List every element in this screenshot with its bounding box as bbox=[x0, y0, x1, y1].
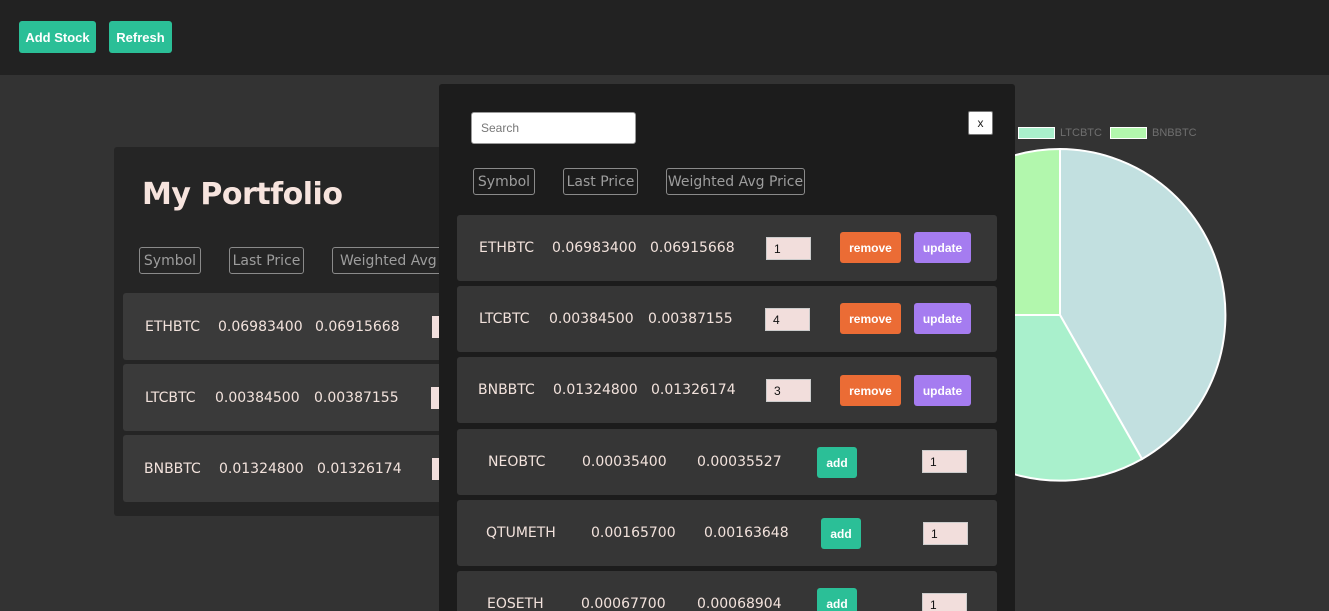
column-header-last-price[interactable]: Last Price bbox=[563, 168, 638, 195]
weighted-avg-cell: 0.01326174 bbox=[651, 382, 736, 398]
symbol-cell: LTCBTC bbox=[479, 311, 530, 327]
column-header-weighted-avg[interactable]: Weighted Avg Price bbox=[666, 168, 805, 195]
symbol-cell: NEOBTC bbox=[488, 454, 546, 470]
quantity-input[interactable]: 3 bbox=[766, 379, 811, 402]
last-price-cell: 0.06983400 bbox=[552, 240, 637, 256]
quantity-input[interactable]: 1 bbox=[766, 237, 811, 260]
symbol-cell: QTUMETH bbox=[486, 525, 556, 541]
legend-swatch bbox=[1110, 127, 1147, 139]
quantity-input[interactable]: 1 bbox=[922, 593, 967, 611]
quantity-input[interactable]: 4 bbox=[765, 308, 810, 331]
add-button[interactable]: add bbox=[821, 518, 861, 549]
last-price-cell: 0.00165700 bbox=[591, 525, 676, 541]
owned-stock-row: LTCBTC 0.00384500 0.00387155 4 remove up… bbox=[457, 286, 997, 352]
close-button[interactable]: x bbox=[968, 111, 993, 135]
weighted-avg-cell: 0.00163648 bbox=[704, 525, 789, 541]
available-stock-row: EOSETH 0.00067700 0.00068904 add 1 bbox=[457, 571, 997, 611]
symbol-cell: EOSETH bbox=[487, 596, 544, 611]
legend-label: BNBBTC bbox=[1152, 127, 1197, 139]
owned-stock-row: BNBBTC 0.01324800 0.01326174 3 remove up… bbox=[457, 357, 997, 423]
legend-swatch bbox=[1018, 127, 1055, 139]
column-header-symbol[interactable]: Symbol bbox=[473, 168, 535, 195]
available-stock-row: NEOBTC 0.00035400 0.00035527 add 1 bbox=[457, 429, 997, 495]
update-button[interactable]: update bbox=[914, 375, 971, 406]
update-button[interactable]: update bbox=[914, 232, 971, 263]
weighted-avg-cell: 0.00387155 bbox=[648, 311, 733, 327]
remove-button[interactable]: remove bbox=[840, 303, 901, 334]
last-price-cell: 0.01324800 bbox=[553, 382, 638, 398]
add-button[interactable]: add bbox=[817, 588, 857, 611]
quantity-input[interactable]: 1 bbox=[922, 450, 967, 473]
legend-item-ltcbtc[interactable]: LTCBTC bbox=[1018, 127, 1102, 139]
add-button[interactable]: add bbox=[817, 447, 857, 478]
last-price-cell: 0.00067700 bbox=[581, 596, 666, 611]
search-input[interactable] bbox=[471, 112, 636, 144]
last-price-cell: 0.00384500 bbox=[549, 311, 634, 327]
last-price-cell: 0.00035400 bbox=[582, 454, 667, 470]
weighted-avg-cell: 0.06915668 bbox=[650, 240, 735, 256]
quantity-input[interactable]: 1 bbox=[923, 522, 968, 545]
symbol-cell: BNBBTC bbox=[478, 382, 535, 398]
symbol-cell: ETHBTC bbox=[479, 240, 535, 256]
remove-button[interactable]: remove bbox=[840, 232, 901, 263]
add-stock-modal: x Symbol Last Price Weighted Avg Price E… bbox=[439, 84, 1015, 611]
remove-button[interactable]: remove bbox=[840, 375, 901, 406]
legend-item-bnbbtc[interactable]: BNBBTC bbox=[1110, 127, 1197, 139]
legend-label: LTCBTC bbox=[1060, 127, 1102, 139]
weighted-avg-cell: 0.00068904 bbox=[697, 596, 782, 611]
owned-stock-row: ETHBTC 0.06983400 0.06915668 1 remove up… bbox=[457, 215, 997, 281]
available-stock-row: QTUMETH 0.00165700 0.00163648 add 1 bbox=[457, 500, 997, 566]
weighted-avg-cell: 0.00035527 bbox=[697, 454, 782, 470]
update-button[interactable]: update bbox=[914, 303, 971, 334]
